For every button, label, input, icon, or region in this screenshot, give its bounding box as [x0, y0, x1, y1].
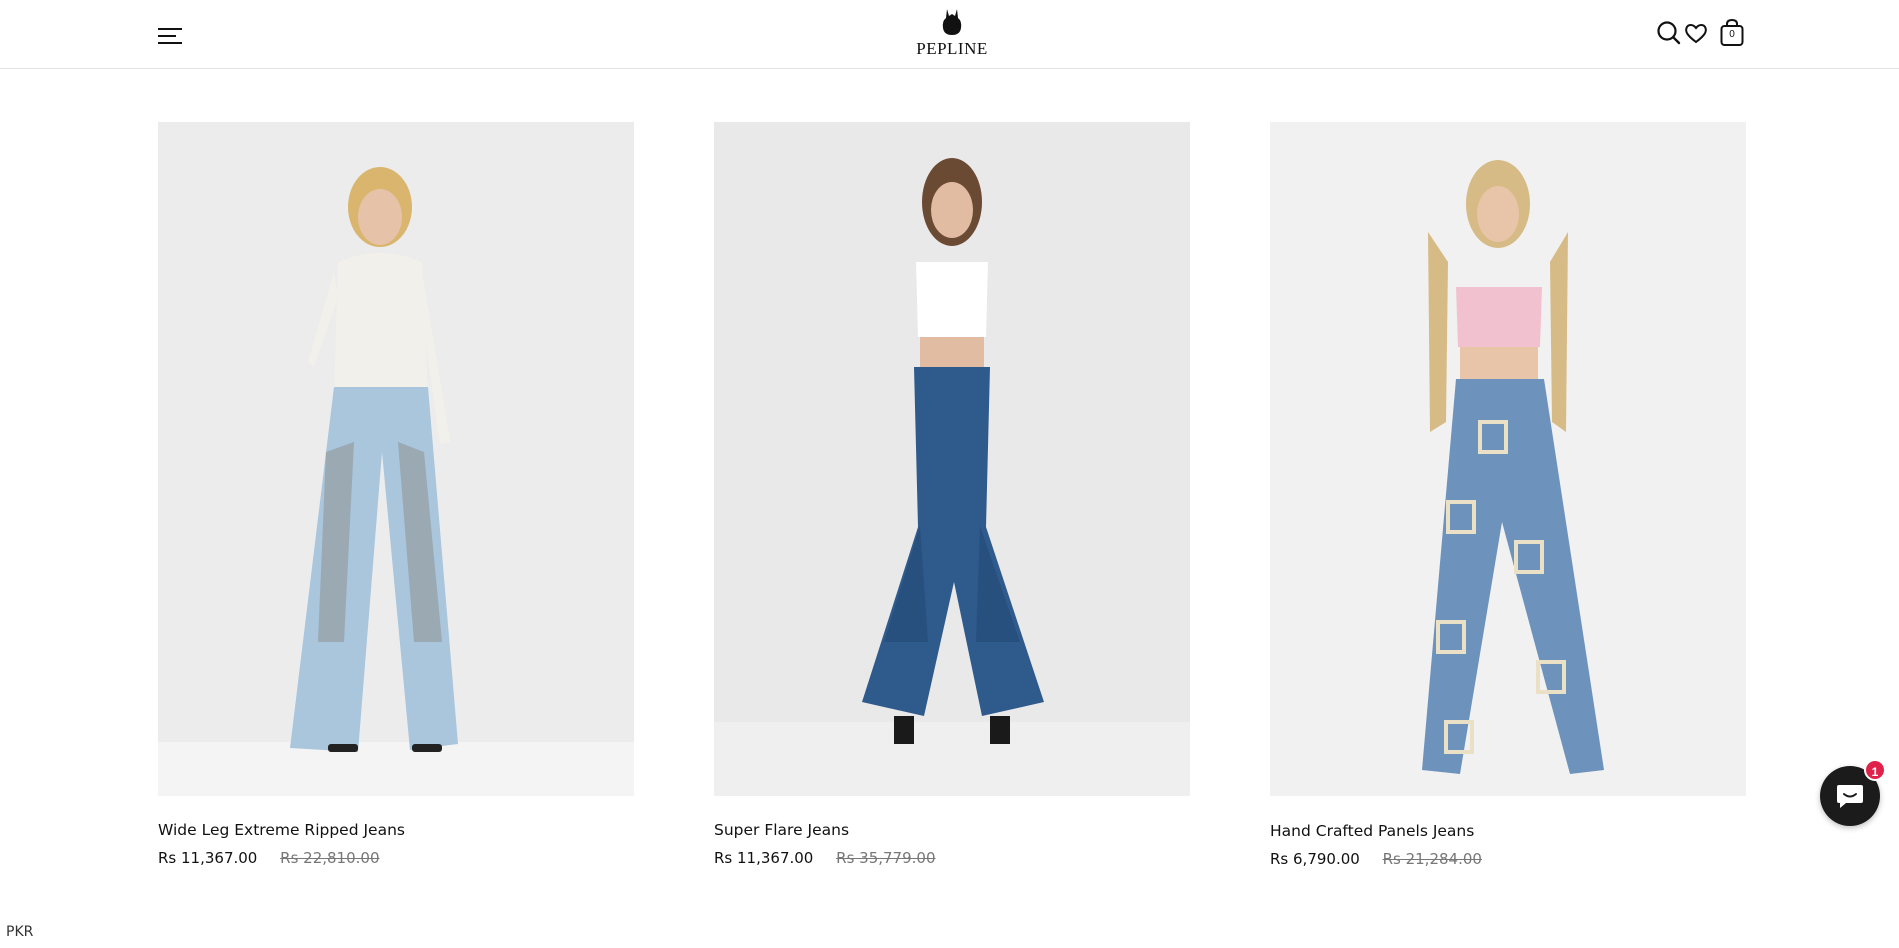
brand-logo[interactable]: PEPLINE	[912, 7, 992, 59]
sale-price: Rs 11,367.00	[158, 849, 258, 867]
currency-selector[interactable]: PKR	[6, 924, 33, 940]
product-title[interactable]: Super Flare Jeans	[714, 821, 1190, 839]
product-card[interactable]: Super Flare Jeans Rs 11,367.00 Rs 35,779…	[714, 122, 1190, 867]
cat-logo-icon	[942, 9, 962, 35]
model-photo	[158, 122, 634, 796]
model-photo	[1270, 122, 1746, 796]
chat-unread-badge: 1	[1864, 759, 1886, 781]
brand-wordmark: PEPLINE	[916, 39, 988, 58]
compare-at-price: Rs 21,284.00	[1382, 850, 1482, 868]
top-garment	[334, 253, 428, 397]
product-title[interactable]: Wide Leg Extreme Ripped Jeans	[158, 821, 634, 839]
product-card[interactable]: Wide Leg Extreme Ripped Jeans Rs 11,367.…	[158, 122, 634, 867]
compare-at-price: Rs 35,779.00	[836, 849, 936, 867]
top-garment	[916, 262, 988, 337]
shopping-bag-icon[interactable]: 0	[1718, 18, 1746, 48]
top-garment	[1456, 287, 1542, 347]
model-photo	[714, 122, 1190, 796]
search-icon[interactable]	[1655, 18, 1683, 48]
hamburger-menu-icon[interactable]	[158, 26, 184, 46]
product-image[interactable]	[1270, 122, 1746, 796]
cart-count-badge: 0	[1729, 29, 1735, 40]
site-header: PEPLINE 0	[0, 0, 1899, 69]
compare-at-price: Rs 22,810.00	[280, 849, 380, 867]
chat-bubble-icon	[1837, 785, 1863, 808]
product-card[interactable]: Hand Crafted Panels Jeans Rs 6,790.00 Rs…	[1270, 122, 1746, 868]
product-image[interactable]	[158, 122, 634, 796]
sale-price: Rs 6,790.00	[1270, 850, 1360, 868]
product-image[interactable]	[714, 122, 1190, 796]
product-title[interactable]: Hand Crafted Panels Jeans	[1270, 822, 1746, 840]
heart-icon[interactable]	[1682, 18, 1710, 48]
sale-price: Rs 11,367.00	[714, 849, 814, 867]
